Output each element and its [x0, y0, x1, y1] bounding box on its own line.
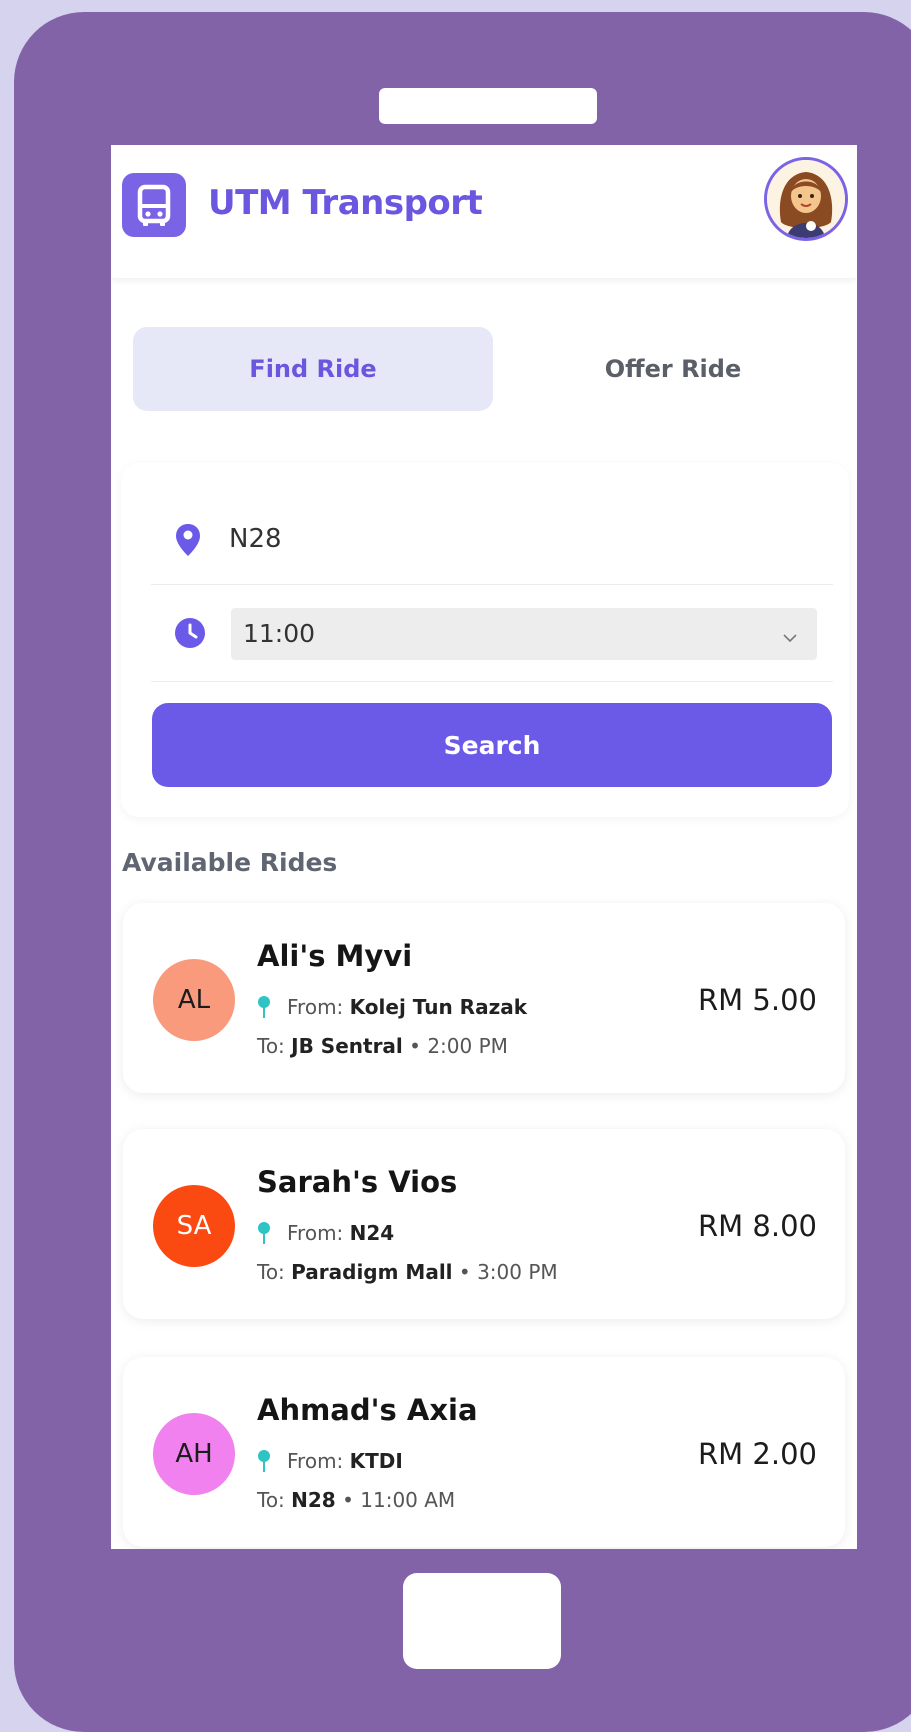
to-label: To: — [257, 1034, 285, 1058]
search-button[interactable]: Search — [152, 703, 832, 787]
to-value: JB Sentral — [291, 1034, 403, 1058]
to-label: To: — [257, 1488, 285, 1512]
ride-price: RM 8.00 — [698, 1209, 817, 1243]
from-label: From: — [287, 1221, 344, 1245]
app-title: UTM Transport — [208, 183, 483, 223]
driver-avatar: SA — [153, 1185, 235, 1267]
divider — [151, 584, 833, 585]
user-avatar[interactable] — [764, 157, 848, 241]
clock-icon — [175, 618, 205, 648]
to-value: Paradigm Mall — [291, 1260, 453, 1284]
ride-name: Ali's Myvi — [257, 939, 413, 973]
phone-home-button[interactable] — [403, 1573, 561, 1669]
time-select[interactable]: 11:00 — [231, 608, 817, 660]
driver-initials: AL — [177, 985, 211, 1015]
ride-time: 3:00 PM — [477, 1260, 558, 1284]
ride-name: Ahmad's Axia — [257, 1393, 478, 1427]
ride-to: To: JB Sentral • 2:00 PM — [257, 1034, 508, 1058]
ride-time: 11:00 AM — [360, 1488, 456, 1512]
location-pin-icon — [176, 524, 200, 556]
phone-frame: UTM Transport Find Ride Offer Ride N28 1… — [14, 12, 911, 1732]
ride-price: RM 2.00 — [698, 1437, 817, 1471]
bus-icon — [122, 173, 186, 237]
separator: • — [409, 1034, 421, 1058]
map-pin-icon — [258, 1222, 270, 1244]
time-select-value: 11:00 — [243, 619, 316, 648]
chevron-down-icon — [783, 628, 797, 643]
from-value: KTDI — [349, 1449, 403, 1473]
driver-initials: SA — [176, 1211, 212, 1241]
driver-avatar: AL — [153, 959, 235, 1041]
separator: • — [342, 1488, 354, 1512]
from-value: N24 — [349, 1221, 395, 1245]
map-pin-icon — [258, 996, 270, 1018]
ride-from: From: Kolej Tun Razak — [257, 995, 527, 1019]
map-pin-icon — [258, 1450, 270, 1472]
ride-time: 2:00 PM — [427, 1034, 508, 1058]
from-value: Kolej Tun Razak — [349, 995, 527, 1019]
driver-avatar: AH — [153, 1413, 235, 1495]
ride-to: To: Paradigm Mall • 3:00 PM — [257, 1260, 558, 1284]
tab-offer-ride[interactable]: Offer Ride — [503, 327, 843, 411]
app-header: UTM Transport — [111, 145, 857, 278]
from-label: From: — [287, 995, 344, 1019]
search-card: 11:00 Search — [121, 463, 849, 817]
from-label: From: — [287, 1449, 344, 1473]
ride-name: Sarah's Vios — [257, 1165, 458, 1199]
ride-from: From: KTDI — [257, 1449, 403, 1473]
tab-find-ride[interactable]: Find Ride — [133, 327, 493, 411]
app-screen: UTM Transport Find Ride Offer Ride N28 1… — [111, 145, 857, 1549]
to-label: To: — [257, 1260, 285, 1284]
ride-card[interactable]: AH Ahmad's Axia From: KTDI To: N28 • 11:… — [123, 1357, 845, 1547]
location-input[interactable] — [229, 515, 789, 563]
driver-initials: AH — [175, 1439, 213, 1469]
section-title: Available Rides — [122, 848, 338, 877]
ride-to: To: N28 • 11:00 AM — [257, 1488, 455, 1512]
ride-from: From: N24 — [257, 1221, 394, 1245]
ride-card[interactable]: AL Ali's Myvi From: Kolej Tun Razak To: … — [123, 903, 845, 1093]
divider — [151, 681, 833, 682]
phone-speaker — [379, 88, 597, 124]
ride-price: RM 5.00 — [698, 983, 817, 1017]
separator: • — [458, 1260, 471, 1284]
to-value: N28 — [291, 1488, 336, 1512]
ride-card[interactable]: SA Sarah's Vios From: N24 To: Paradigm M… — [123, 1129, 845, 1319]
